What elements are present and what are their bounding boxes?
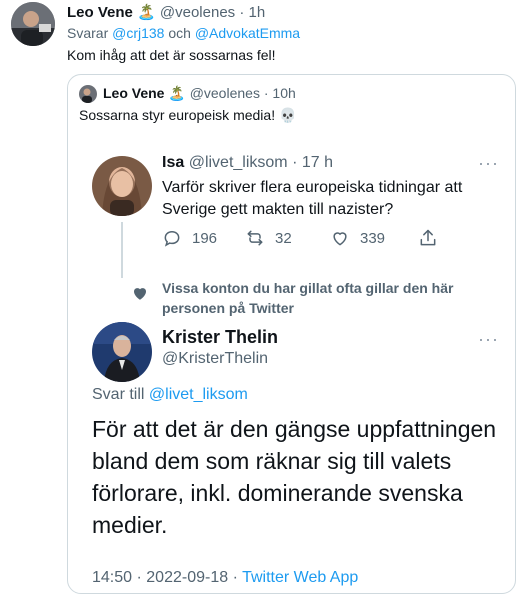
isa-tweet-header: Isa @livet_liksom · 17 h — [162, 154, 333, 172]
separator: · — [136, 569, 142, 586]
share-button[interactable] — [418, 228, 448, 248]
reply-conjunction: och — [168, 25, 191, 41]
timestamp[interactable]: 1h — [249, 4, 266, 21]
reply-count: 196 — [192, 229, 218, 247]
avatar-leo-vene[interactable] — [11, 2, 55, 46]
outer-tweet-header: Leo Vene 🏝️ @veolenes · 1h — [67, 3, 265, 21]
quoted-tweet-header: Leo Vene 🏝️ @veolenes · 10h — [103, 85, 296, 102]
isa-tweet-text: Varför skriver flera europeiska tidninga… — [162, 179, 463, 218]
handle[interactable]: @veolenes — [190, 85, 260, 101]
reply-icon — [164, 230, 180, 247]
reply-prefix: Svar till — [92, 386, 145, 403]
avatar-isa[interactable] — [92, 156, 152, 216]
outer-tweet-text: Kom ihåg att det är sossarnas fel! — [67, 47, 276, 63]
krister-tweet-meta: 14:50 · 2022-09-18 · Twitter Web App — [92, 569, 358, 587]
reply-mention-2[interactable]: @AdvokatEmma — [195, 25, 300, 41]
tweet-client[interactable]: Twitter Web App — [242, 569, 358, 586]
timestamp[interactable]: 10h — [272, 85, 295, 101]
krister-display-name[interactable]: Krister Thelin — [162, 327, 278, 348]
name-emoji: 🏝️ — [168, 85, 186, 101]
name-emoji: 🏝️ — [137, 4, 156, 21]
reply-prefix: Svarar — [67, 25, 109, 41]
quoted-tweet-text: Sossarna styr europeisk media! 💀 — [79, 107, 297, 123]
heart-filled-icon — [131, 284, 149, 307]
reply-button[interactable]: 196 — [162, 228, 217, 248]
handle[interactable]: @livet_liksom — [189, 154, 288, 171]
separator: · — [232, 569, 238, 586]
handle[interactable]: @veolenes — [160, 4, 235, 21]
krister-handle[interactable]: @KristerThelin — [162, 350, 268, 368]
avatar-quoted-leo-vene[interactable] — [79, 85, 97, 103]
share-icon — [420, 229, 436, 246]
display-name[interactable]: Isa — [162, 154, 184, 171]
reply-context: Svarar @crj138 och @AdvokatEmma — [67, 25, 300, 41]
display-name[interactable]: Leo Vene — [67, 4, 133, 21]
like-icon — [333, 232, 347, 246]
krister-tweet-text: För att det är den gängse uppfattningen … — [92, 416, 497, 538]
separator: · — [263, 85, 269, 101]
display-name[interactable]: Leo Vene — [103, 85, 164, 101]
avatar-krister-thelin[interactable] — [92, 322, 152, 382]
thread-line — [121, 222, 123, 278]
retweet-count: 32 — [275, 229, 292, 247]
like-button[interactable]: 339 — [330, 228, 385, 248]
more-icon[interactable]: ··· — [478, 154, 499, 172]
retweet-icon — [247, 230, 263, 246]
timestamp[interactable]: 17 h — [302, 154, 333, 171]
like-count: 339 — [360, 229, 386, 247]
retweet-button[interactable]: 32 — [245, 228, 292, 248]
reply-mention-1[interactable]: @crj138 — [112, 25, 164, 41]
reply-mention[interactable]: @livet_liksom — [149, 386, 248, 403]
tweet-date[interactable]: 2022-09-18 — [146, 569, 228, 586]
liked-note-text: Vissa konton du har gillat ofta gillar d… — [162, 280, 454, 316]
more-icon[interactable]: ··· — [478, 330, 499, 348]
tweet-time[interactable]: 14:50 — [92, 569, 132, 586]
separator: · — [292, 154, 298, 171]
separator: · — [239, 4, 245, 21]
krister-reply-context: Svar till @livet_liksom — [92, 386, 248, 404]
